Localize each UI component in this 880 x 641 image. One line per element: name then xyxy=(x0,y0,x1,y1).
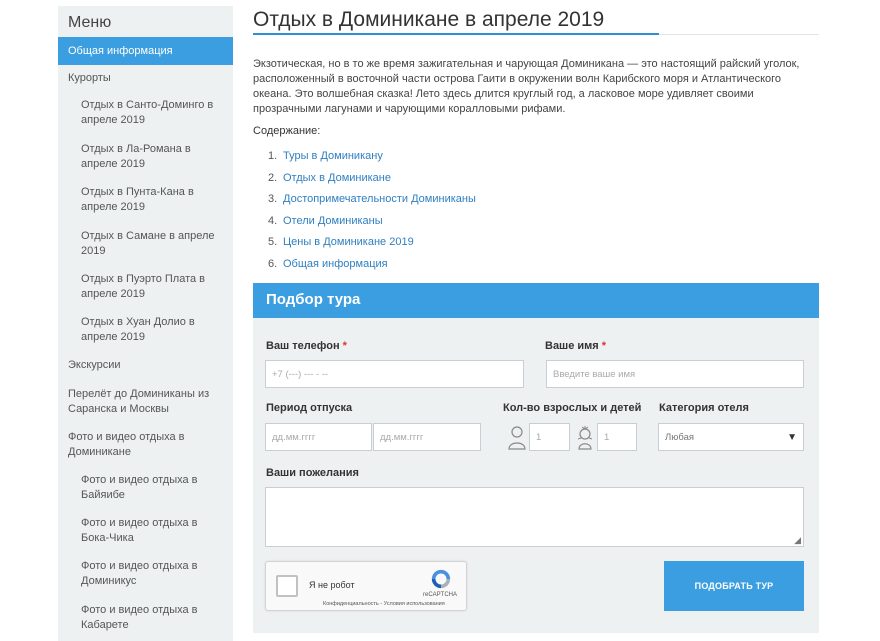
sidebar-item-puerto-plata[interactable]: Отдых в Пуэрто Плата в апреле 2019 xyxy=(58,272,233,302)
required-mark: * xyxy=(601,340,607,352)
form-title: Подбор тура xyxy=(253,283,819,318)
toc-number: 3. xyxy=(268,193,278,206)
toc-item: 5. Цены в Доминикане 2019 xyxy=(253,236,476,258)
adult-icon xyxy=(508,426,526,450)
toc-link-hotels[interactable]: Отели Доминиканы xyxy=(283,215,383,227)
toc-item: 1. Туры в Доминикану xyxy=(253,150,476,172)
wishes-label: Ваши пожелания xyxy=(266,467,359,479)
toc-number: 6. xyxy=(268,257,278,270)
name-label-text: Ваше имя xyxy=(545,340,599,352)
category-value: Любая xyxy=(665,431,695,443)
sidebar-item-dominicus[interactable]: Фото и видео отдыха в Доминикус xyxy=(58,559,233,589)
wishes-textarea[interactable]: ◢ xyxy=(265,487,804,547)
toc-number: 2. xyxy=(268,171,278,184)
adults-input[interactable]: 1 xyxy=(529,423,570,451)
sidebar-item-santo-domingo[interactable]: Отдых в Санто-Доминго в апреле 2019 xyxy=(58,98,233,128)
resize-handle-icon[interactable]: ◢ xyxy=(794,536,801,545)
sidebar-item-excursions[interactable]: Экскурсии xyxy=(58,358,233,373)
sidebar-item-la-romana[interactable]: Отдых в Ла-Романа в апреле 2019 xyxy=(58,142,233,172)
toc-item: 3. Достопримечательности Доминиканы xyxy=(253,193,476,215)
toc-number: 1. xyxy=(268,150,278,162)
guests-label: Кол-во взрослых и детей xyxy=(503,402,642,414)
toc-link-sights[interactable]: Достопримечательности Доминиканы xyxy=(283,193,476,205)
toc-item: 2. Отдых в Доминикане xyxy=(253,172,476,194)
submit-button[interactable]: ПОДОБРАТЬ ТУР xyxy=(664,561,804,611)
name-placeholder: Введите ваше имя xyxy=(553,368,636,380)
date-from-input[interactable]: дд.мм.гггг xyxy=(265,423,372,451)
sidebar-menu: Меню Общая информация Курорты Отдых в Са… xyxy=(58,6,233,641)
sidebar-item-punta-cana[interactable]: Отдых в Пунта-Кана в апреле 2019 xyxy=(58,185,233,215)
date-from-placeholder: дд.мм.гггг xyxy=(272,431,316,443)
dropdown-arrow-icon: ▼ xyxy=(787,431,797,443)
recaptcha-logo-icon xyxy=(431,569,451,589)
intro-paragraph: Экзотическая, но в то же время зажигател… xyxy=(253,58,800,115)
recaptcha-terms[interactable]: Конфиденциальность - Условия использован… xyxy=(323,601,445,607)
toc-number: 4. xyxy=(268,214,278,227)
recaptcha-label: Я не робот xyxy=(309,580,355,590)
sidebar-item-resorts[interactable]: Курорты xyxy=(58,71,233,86)
sidebar-item-general-info[interactable]: Общая информация xyxy=(58,37,233,65)
child-icon xyxy=(577,426,593,450)
sidebar-item-flight[interactable]: Перелёт до Доминиканы из Саранска и Моск… xyxy=(58,387,233,417)
sidebar-item-photo-video[interactable]: Фото и видео отдыха в Доминикане xyxy=(58,430,233,460)
category-select[interactable]: Любая ▼ xyxy=(658,423,804,451)
category-label: Категория отеля xyxy=(659,402,749,414)
required-mark: * xyxy=(342,340,347,352)
tour-selection-form: Подбор тура Ваш телефон * +7 (---) --- -… xyxy=(253,283,819,633)
name-label: Ваше имя * xyxy=(545,340,606,352)
recaptcha-checkbox[interactable] xyxy=(276,575,298,597)
phone-input[interactable]: +7 (---) --- - -- xyxy=(265,360,524,388)
phone-label: Ваш телефон * xyxy=(266,340,347,352)
children-value: 1 xyxy=(604,431,610,443)
recaptcha-widget: Я не робот reCAPTCHA Конфиденциальность … xyxy=(265,561,467,611)
toc-link-tours[interactable]: Туры в Доминикану xyxy=(283,150,383,162)
children-input[interactable]: 1 xyxy=(597,423,637,451)
title-underline xyxy=(253,33,819,35)
phone-label-text: Ваш телефон xyxy=(266,340,340,352)
sidebar-item-boca-chica[interactable]: Фото и видео отдыха в Бока-Чика xyxy=(58,516,233,546)
phone-placeholder: +7 (---) --- - -- xyxy=(272,368,329,380)
sidebar-item-samana[interactable]: Отдых в Самане в апреле 2019 xyxy=(58,229,233,259)
toc-label: Содержание: xyxy=(253,125,321,137)
recaptcha-brand: reCAPTCHA xyxy=(422,592,457,598)
page-title: Отдых в Доминикане в апреле 2019 xyxy=(253,8,605,31)
sidebar-item-cabarete[interactable]: Фото и видео отдыха в Кабарете xyxy=(58,603,233,633)
adults-value: 1 xyxy=(536,431,542,443)
date-to-placeholder: дд.мм.гггг xyxy=(380,431,424,443)
sidebar-item-bayahibe[interactable]: Фото и видео отдыха в Байяибе xyxy=(58,473,233,503)
name-input[interactable]: Введите ваше имя xyxy=(546,360,804,388)
table-of-contents: 1. Туры в Доминикану 2. Отдых в Доминикане… xyxy=(253,150,476,280)
toc-number: 5. xyxy=(268,236,278,249)
date-to-input[interactable]: дд.мм.гггг xyxy=(373,423,481,451)
toc-link-prices[interactable]: Цены в Доминикане 2019 xyxy=(283,236,414,248)
period-label: Период отпуска xyxy=(266,402,353,414)
toc-item: 4. Отели Доминиканы xyxy=(253,215,476,237)
sidebar-item-juan-dolio[interactable]: Отдых в Хуан Долио в апреле 2019 xyxy=(58,315,233,345)
toc-link-general[interactable]: Общая информация xyxy=(283,258,388,270)
toc-link-vacation[interactable]: Отдых в Доминикане xyxy=(283,172,391,184)
toc-item: 6. Общая информация xyxy=(253,258,476,280)
menu-title: Меню xyxy=(68,14,112,31)
